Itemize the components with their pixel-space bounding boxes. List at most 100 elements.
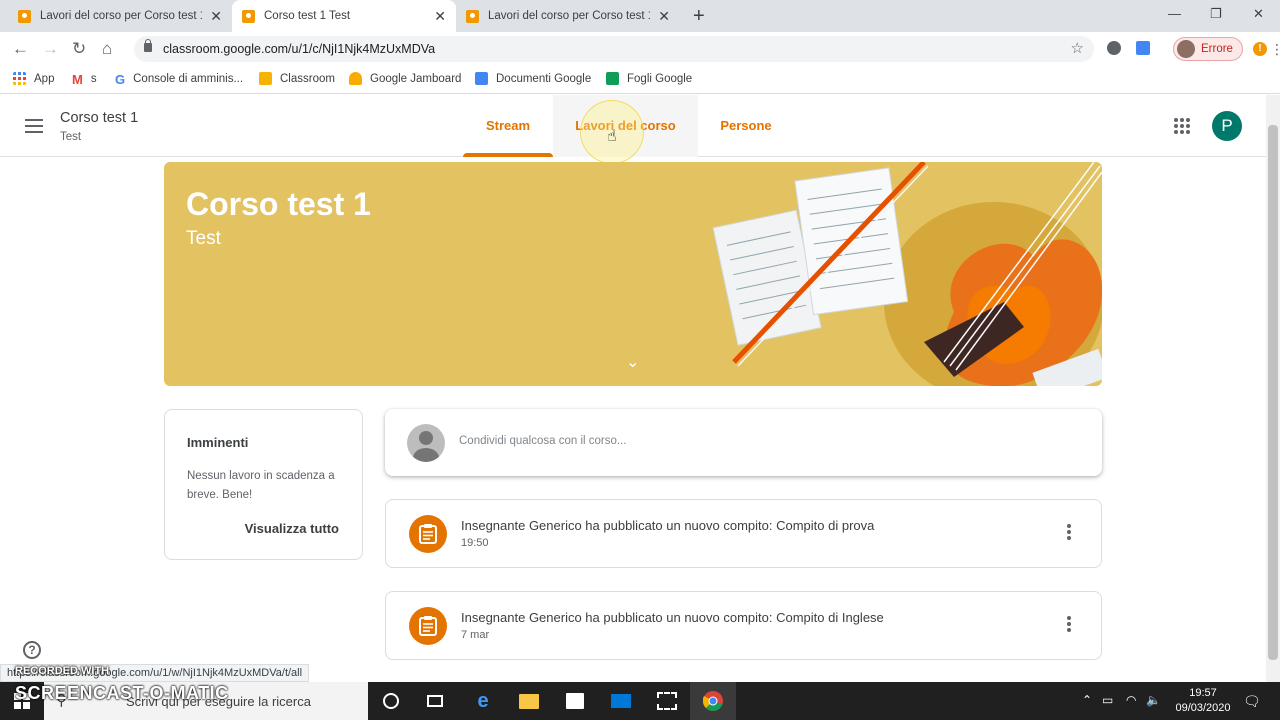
minimize-icon[interactable]: — — [1168, 6, 1181, 21]
docs-icon — [475, 72, 488, 85]
snipping-tool-icon[interactable] — [644, 682, 690, 720]
warning-icon[interactable]: ! — [1253, 42, 1267, 56]
mail-icon[interactable] — [598, 682, 644, 720]
bookmark-apps[interactable]: App — [13, 72, 54, 85]
reload-icon[interactable]: ↻ — [72, 39, 86, 59]
classroom-favicon-icon — [18, 9, 31, 23]
browser-tab-title: Lavori del corso per Corso test 1 — [488, 10, 651, 22]
clock-time: 19:57 — [1189, 687, 1217, 699]
bookmarks-bar: App M s G Console di amminis... Classroo… — [0, 66, 1280, 94]
google-g-icon: G — [115, 72, 126, 87]
tab-stream[interactable]: Stream — [463, 95, 553, 157]
volume-icon[interactable]: 🔈 — [1146, 693, 1161, 707]
translate-icon[interactable] — [1136, 41, 1150, 55]
help-icon[interactable]: ? — [23, 641, 41, 659]
post-title[interactable]: Insegnante Generico ha pubblicato un nuo… — [461, 610, 884, 625]
post-time: 7 mar — [461, 629, 490, 641]
bookmark-label: Google Jamboard — [370, 72, 462, 85]
window-close-icon[interactable]: ✕ — [1253, 6, 1264, 22]
profile-picture-icon — [1177, 40, 1195, 58]
browser-tab-2[interactable]: Corso test 1 Test ✕ — [232, 0, 456, 32]
assignment-icon — [409, 607, 447, 645]
main-menu-icon[interactable] — [25, 119, 43, 133]
profile-error-label: Errore — [1201, 43, 1233, 55]
bookmark-sheets[interactable]: Fogli Google — [606, 72, 692, 85]
course-title[interactable]: Corso test 1 — [60, 110, 138, 126]
stream-post[interactable]: Insegnante Generico ha pubblicato un nuo… — [385, 591, 1102, 660]
browser-tab-1[interactable]: Lavori del corso per Corso test 1 ✕ — [8, 0, 232, 32]
extension-icon[interactable] — [1107, 41, 1121, 55]
avatar[interactable]: P — [1212, 111, 1242, 141]
post-time: 19:50 — [461, 537, 489, 549]
course-banner: Corso test 1 Test ⌄ — [164, 162, 1102, 386]
notifications-icon[interactable]: 🗨 — [1243, 693, 1261, 710]
profile-error-button[interactable]: Errore — [1173, 37, 1243, 61]
battery-icon[interactable]: ▭ — [1102, 693, 1113, 707]
maximize-icon[interactable]: ❐ — [1210, 6, 1222, 22]
classroom-icon — [259, 72, 272, 85]
bookmark-label: App — [34, 72, 55, 85]
chrome-icon[interactable] — [690, 682, 736, 720]
bookmark-admin-console[interactable]: G Console di amminis... — [115, 72, 244, 87]
file-explorer-icon[interactable] — [506, 682, 552, 720]
edge-icon[interactable]: e — [460, 682, 506, 720]
bookmark-gmail[interactable]: M s — [72, 72, 97, 87]
browser-tab-strip: Lavori del corso per Corso test 1 ✕ Cors… — [0, 0, 1280, 32]
bookmark-classroom[interactable]: Classroom — [259, 72, 335, 85]
wifi-icon[interactable]: ◠ — [1126, 693, 1136, 707]
hand-cursor-icon: ☝ — [607, 128, 617, 145]
gmail-icon: M — [72, 72, 83, 87]
bookmark-label: s — [90, 72, 97, 85]
close-icon[interactable]: ✕ — [210, 8, 222, 25]
bookmark-label: Classroom — [280, 72, 335, 85]
bookmark-label: Documenti Google — [496, 72, 592, 85]
banner-title: Corso test 1 — [186, 186, 371, 222]
bookmark-jamboard[interactable]: Google Jamboard — [349, 72, 461, 85]
course-subtitle: Test — [60, 131, 82, 143]
bookmark-star-icon[interactable]: ☆ — [1071, 39, 1084, 57]
page-scrollbar[interactable] — [1266, 95, 1280, 682]
share-box[interactable]: Condividi qualcosa con il corso... — [385, 409, 1102, 476]
scrollbar-thumb[interactable] — [1268, 125, 1278, 660]
chevron-down-icon[interactable]: ⌄ — [626, 352, 639, 372]
post-title[interactable]: Insegnante Generico ha pubblicato un nuo… — [461, 518, 874, 533]
user-avatar-icon — [407, 424, 445, 462]
bookmark-label: Fogli Google — [627, 72, 693, 85]
url-text: classroom.google.com/u/1/c/NjI1Njk4MzUxM… — [163, 42, 436, 56]
more-options-icon[interactable] — [1067, 524, 1071, 540]
browser-toolbar: ← → ↻ ⌂ classroom.google.com/u/1/c/NjI1N… — [0, 32, 1280, 66]
task-view-icon[interactable] — [412, 682, 458, 720]
upcoming-title: Imminenti — [187, 435, 249, 450]
bookmark-label: Console di amminis... — [133, 72, 244, 85]
browser-tab-3[interactable]: Lavori del corso per Corso test 1 ✕ — [456, 0, 680, 32]
upcoming-body: Nessun lavoro in scadenza a breve. Bene! — [187, 470, 335, 501]
forward-icon[interactable]: → — [42, 39, 59, 59]
close-icon[interactable]: ✕ — [658, 8, 670, 25]
google-apps-icon[interactable] — [1174, 118, 1190, 134]
sheets-icon — [606, 72, 619, 85]
show-hidden-icons-icon[interactable]: ⌃ — [1082, 693, 1092, 707]
view-all-link[interactable]: Visualizza tutto — [245, 521, 339, 536]
taskbar-clock[interactable]: 19:57 09/03/2020 — [1173, 686, 1233, 716]
upcoming-card: Imminenti Nessun lavoro in scadenza a br… — [164, 409, 363, 560]
jamboard-icon — [349, 72, 362, 85]
violin-illustration-icon — [712, 162, 1102, 386]
classroom-favicon-icon — [466, 9, 479, 23]
browser-tab-title: Corso test 1 Test — [264, 10, 351, 22]
browser-menu-icon[interactable]: ⋮ — [1270, 41, 1280, 58]
stream-post[interactable]: Insegnante Generico ha pubblicato un nuo… — [385, 499, 1102, 568]
home-icon[interactable]: ⌂ — [102, 39, 112, 59]
store-icon[interactable] — [552, 682, 598, 720]
browser-tab-title: Lavori del corso per Corso test 1 — [40, 10, 203, 22]
close-icon[interactable]: ✕ — [434, 8, 446, 25]
more-options-icon[interactable] — [1067, 616, 1071, 632]
new-tab-icon[interactable]: + — [693, 5, 705, 28]
share-placeholder: Condividi qualcosa con il corso... — [459, 435, 627, 447]
cortana-icon[interactable] — [368, 682, 414, 720]
address-bar[interactable]: classroom.google.com/u/1/c/NjI1Njk4MzUxM… — [134, 36, 1094, 62]
screencast-watermark: SCREENCAST-O-MATIC — [15, 683, 229, 703]
bookmark-docs[interactable]: Documenti Google — [475, 72, 591, 85]
tab-people[interactable]: Persone — [698, 95, 794, 157]
banner-subtitle: Test — [186, 228, 221, 249]
back-icon[interactable]: ← — [12, 39, 29, 59]
